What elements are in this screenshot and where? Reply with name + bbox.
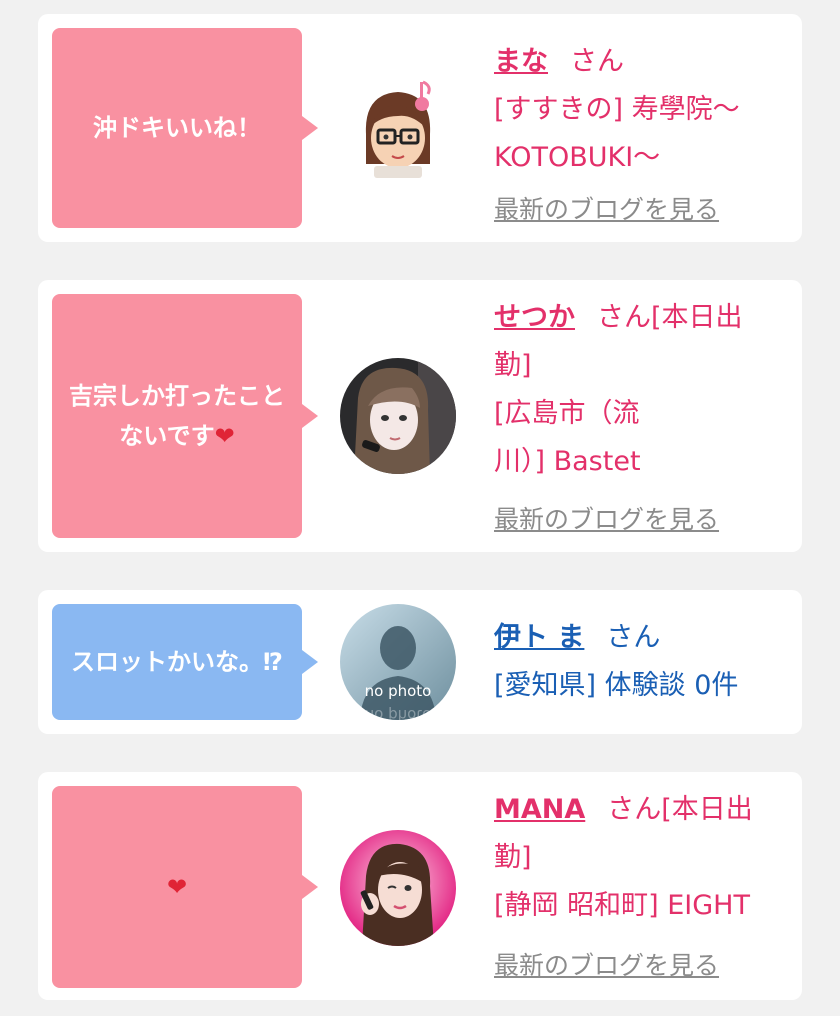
latest-blog-link[interactable]: 最新のブログを見る (494, 500, 719, 536)
heart-icon: ❤ (214, 422, 235, 450)
svg-text:no photo: no photo (365, 706, 432, 720)
user-name-link[interactable]: せつか (494, 302, 575, 333)
honorific: さん (570, 46, 624, 77)
shop-detail: [広島市（流 (494, 398, 640, 429)
avatar[interactable]: no photo no photo (340, 604, 456, 720)
shop-detail: 川）] Bastet (494, 446, 641, 477)
shop-detail: [すすきの] 寿學院〜 (494, 94, 740, 125)
shop-detail: 勤] (494, 842, 532, 873)
user-info: せつか さん[本日出 勤] [広島市（流 川）] Bastet (494, 294, 794, 486)
comment-text: 沖ドキいいね！ (93, 114, 261, 142)
comment-bubble: 吉宗しか打ったことないです❤ (52, 294, 318, 538)
user-name-link[interactable]: 伊ト ま (494, 622, 584, 653)
profile-photo (340, 358, 456, 474)
user-card: 吉宗しか打ったことないです❤ せつか さん[本日出 勤] [広島市（流 川）] B… (38, 280, 802, 552)
honorific: さん[本日出 (597, 302, 743, 333)
avatar[interactable] (340, 358, 456, 474)
profile-photo (340, 830, 456, 946)
honorific: さん (606, 622, 661, 653)
honorific: さん[本日出 (607, 794, 753, 825)
user-card: ❤ MANA さん[本日出 勤] [静岡 昭和町] EIGHT 最新のブログを見… (38, 772, 802, 1000)
latest-blog-link[interactable]: 最新のブログを見る (494, 190, 719, 226)
user-card: 沖ドキいいね！ まな さん [すすきの] 寿學院〜 KOTOBUKI〜 最新のブ… (38, 14, 802, 242)
area-review-count: [愛知県] 体験談 0件 (494, 670, 739, 701)
heart-icon: ❤ (166, 873, 188, 901)
user-info: MANA さん[本日出 勤] [静岡 昭和町] EIGHT (494, 786, 794, 930)
user-name-link[interactable]: MANA (494, 794, 585, 825)
no-photo-label: no photo (365, 682, 432, 700)
user-info: 伊ト まさん [愛知県] 体験談 0件 (494, 614, 794, 710)
shop-detail: 勤] (494, 350, 532, 381)
user-name-link[interactable]: まな (494, 46, 548, 77)
avatar[interactable] (340, 830, 456, 946)
user-info: まな さん [すすきの] 寿學院〜 KOTOBUKI〜 (494, 38, 794, 182)
shop-detail: KOTOBUKI〜 (494, 142, 661, 173)
silhouette-icon: no photo no photo (340, 604, 456, 720)
user-card: スロットかいな。⁉ no photo no photo 伊ト まさん [愛知県]… (38, 590, 802, 734)
comment-text: 吉宗しか打ったことないです❤ (69, 382, 285, 450)
comment-text: スロットかいな。⁉ (71, 648, 283, 676)
comment-bubble: 沖ドキいいね！ (52, 28, 318, 228)
shop-detail: [静岡 昭和町] EIGHT (494, 890, 750, 921)
comment-bubble: スロットかいな。⁉ (52, 604, 318, 720)
latest-blog-link[interactable]: 最新のブログを見る (494, 946, 719, 982)
avatar[interactable] (340, 72, 456, 188)
comment-bubble: ❤ (52, 786, 318, 988)
user-comment-list: 沖ドキいいね！ まな さん [すすきの] 寿學院〜 KOTOBUKI〜 最新のブ… (0, 0, 840, 1016)
cartoon-girl-glasses-icon (340, 72, 456, 188)
